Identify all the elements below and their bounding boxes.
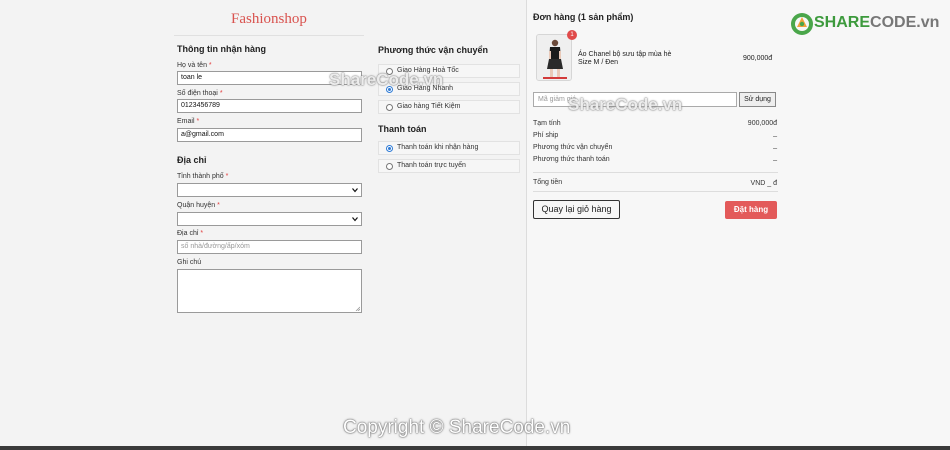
bottom-bar [0, 446, 950, 450]
shipping-option-economy[interactable]: Giao hàng Tiết Kiệm [378, 100, 520, 114]
watermark-bottom: Copyright © ShareCode.vn [343, 417, 571, 438]
place-order-button[interactable]: Đặt hàng [725, 201, 777, 219]
back-to-cart-button[interactable]: Quay lại giỏ hàng [533, 200, 620, 219]
title-divider [174, 35, 364, 36]
note-label: Ghi chú [177, 259, 202, 266]
city-label: Tỉnh thành phố * [177, 173, 229, 180]
note-textarea[interactable] [177, 269, 362, 313]
ship-fee-label: Phí ship [533, 132, 559, 139]
chevron-down-icon [352, 188, 358, 193]
product-variant: Size M / Đen [578, 59, 619, 66]
total-label: Tổng tiền [533, 179, 563, 186]
watermark-middle: ShareCode.vn [568, 95, 683, 114]
street-label: Địa chỉ * [177, 230, 204, 237]
payment-option-cod[interactable]: Thanh toán khi nhận hàng [378, 141, 520, 155]
product-name: Áo Chanel bộ sưu tập mùa hè [578, 51, 672, 58]
subtotal-label: Tạm tính [533, 120, 561, 127]
ship-method-value: _ [773, 142, 777, 149]
product-image [537, 35, 571, 80]
city-select[interactable] [177, 183, 362, 197]
radio-button-selected[interactable] [386, 145, 393, 152]
district-label: Quận huyện * [177, 202, 220, 209]
payment-option-online[interactable]: Thanh toán trực tuyến [378, 159, 520, 173]
email-label: Email * [177, 118, 200, 125]
phone-label: Số điện thoại * [177, 90, 223, 97]
resize-grip-icon[interactable] [355, 306, 360, 311]
district-select[interactable] [177, 212, 362, 226]
quantity-badge: 1 [567, 30, 577, 40]
apply-coupon-button[interactable]: Sử dụng [739, 92, 776, 107]
summary-divider [533, 172, 778, 173]
chevron-down-icon [352, 217, 358, 222]
subtotal-value: 900,000đ [747, 120, 777, 127]
total-value: VND _ đ [750, 180, 777, 187]
payment-heading: Thanh toán [378, 124, 427, 134]
radio-button[interactable] [386, 104, 393, 111]
phone-input[interactable]: 0123456789 [177, 99, 362, 113]
sharecode-logo-icon [791, 13, 813, 35]
order-heading: Đơn hàng (1 sản phẩm) [533, 12, 634, 22]
pay-method-label: Phương thức thanh toán [533, 156, 610, 163]
ship-fee-value: _ [773, 130, 777, 137]
street-input[interactable]: số nhà/đường/ấp/xóm [177, 240, 362, 254]
radio-button[interactable] [386, 163, 393, 170]
address-heading: Địa chỉ [177, 155, 207, 165]
shop-title[interactable]: Fashionshop [231, 11, 307, 28]
sharecode-logo-text: SHARECODE.vn [814, 14, 940, 31]
ship-method-label: Phương thức vận chuyển [533, 144, 613, 151]
email-input[interactable]: a@gmail.com [177, 128, 362, 142]
pay-method-value: _ [773, 154, 777, 161]
order-summary-pane [527, 0, 950, 446]
shipping-method-heading: Phương thức vận chuyển [378, 45, 488, 55]
sharecode-logo: SHARECODE.vn [790, 11, 939, 39]
product-price: 900,000đ [743, 55, 773, 62]
product-thumbnail [536, 34, 572, 81]
name-label: Họ và tên * [177, 62, 212, 69]
watermark-top: ShareCode.vn [329, 70, 444, 89]
shipping-info-heading: Thông tin nhận hàng [177, 44, 266, 54]
total-divider [533, 191, 778, 192]
